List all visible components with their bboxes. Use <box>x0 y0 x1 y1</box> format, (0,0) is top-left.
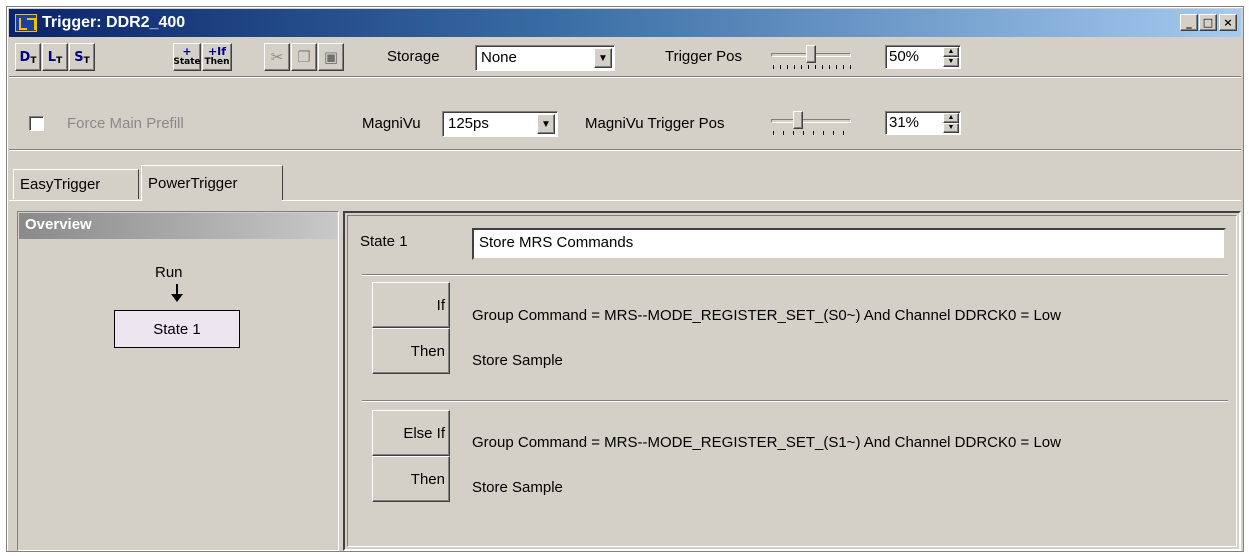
spin-down-icon[interactable]: ▼ <box>943 123 959 133</box>
slider-thumb[interactable] <box>806 45 816 63</box>
copy-icon: ❐ <box>297 48 311 66</box>
button-subscript: State <box>173 57 201 67</box>
then-action[interactable]: Store Sample <box>472 352 563 369</box>
force-main-prefill-checkbox[interactable] <box>29 116 44 131</box>
add-state-button[interactable]: + State <box>173 43 201 71</box>
button-subscript: T <box>83 56 90 66</box>
slider-thumb[interactable] <box>793 111 803 129</box>
then-button[interactable]: Then <box>372 456 450 502</box>
arrow-down-icon <box>171 284 183 302</box>
slider-track <box>771 119 851 123</box>
button-letter: L <box>47 49 57 65</box>
state-name-input[interactable]: Store MRS Commands <box>472 228 1226 260</box>
slider-ticks <box>773 65 853 69</box>
state-editor-inner: State 1 Store MRS Commands If Then Group… <box>347 215 1237 547</box>
run-label: Run <box>155 264 183 281</box>
overview-panel: Overview Run State 1 <box>17 211 339 551</box>
spin-arrows: ▲ ▼ <box>943 47 959 67</box>
link-trigger-button[interactable]: LT <box>42 43 68 71</box>
else-if-condition[interactable]: Group Command = MRS--MODE_REGISTER_SET_(… <box>472 434 1061 451</box>
then-button[interactable]: Then <box>372 328 450 374</box>
close-button[interactable]: × <box>1219 14 1237 31</box>
spin-arrows: ▲ ▼ <box>943 113 959 133</box>
magnivu-trigger-pos-value: 31% <box>889 114 920 131</box>
storage-value: None <box>481 49 517 66</box>
magnivu-select[interactable]: 125ps ▼ <box>442 111 558 137</box>
row2-separator <box>9 149 1241 151</box>
if-condition[interactable]: Group Command = MRS--MODE_REGISTER_SET_(… <box>472 307 1061 324</box>
storage-label: Storage <box>387 48 440 65</box>
magnivu-trigger-pos-spinner[interactable]: 31% ▲ ▼ <box>885 111 961 135</box>
plus-if-icon: +If <box>207 45 227 58</box>
plus-icon: + <box>182 45 192 58</box>
magnivu-trigger-pos-slider[interactable] <box>771 109 853 135</box>
maximize-button[interactable]: □ <box>1199 14 1217 31</box>
copy-button[interactable]: ❐ <box>291 43 317 71</box>
spin-down-icon[interactable]: ▼ <box>943 57 959 67</box>
slider-ticks <box>773 131 853 135</box>
else-if-button[interactable]: Else If <box>372 410 450 456</box>
active-tab-gap <box>142 200 282 202</box>
then-action[interactable]: Store Sample <box>472 479 563 496</box>
divider <box>362 274 1228 276</box>
button-subscript: Then <box>204 57 230 67</box>
button-letter: D <box>19 49 31 65</box>
overview-header: Overview <box>19 213 337 239</box>
tab-powertrigger[interactable]: PowerTrigger <box>141 165 283 201</box>
magnivu-trigger-pos-label: MagniVu Trigger Pos <box>585 115 725 132</box>
tab-easytrigger[interactable]: EasyTrigger <box>13 169 139 199</box>
data-trigger-button[interactable]: DT <box>15 43 41 71</box>
cut-button[interactable]: ✂ <box>264 43 290 71</box>
chevron-down-icon[interactable]: ▼ <box>537 114 555 134</box>
button-letter: S <box>74 49 84 65</box>
trigger-pos-value: 50% <box>889 48 920 65</box>
trigger-pos-slider[interactable] <box>771 43 853 69</box>
force-main-prefill-label: Force Main Prefill <box>67 115 184 132</box>
storage-select[interactable]: None ▼ <box>475 45 615 71</box>
spin-up-icon[interactable]: ▲ <box>943 47 959 57</box>
button-subscript: T <box>56 56 63 66</box>
if-button[interactable]: If <box>372 282 450 328</box>
state-editor-panel: State 1 Store MRS Commands If Then Group… <box>343 211 1241 551</box>
paste-button[interactable]: ▣ <box>318 43 344 71</box>
button-subscript: T <box>30 56 37 66</box>
add-if-then-button[interactable]: +If Then <box>202 43 232 71</box>
trigger-pos-label: Trigger Pos <box>665 48 742 65</box>
title-bar[interactable]: Trigger: DDR2_400 _ □ × <box>9 9 1241 37</box>
state-trigger-button[interactable]: ST <box>69 43 95 71</box>
trigger-pos-spinner[interactable]: 50% ▲ ▼ <box>885 45 961 69</box>
window-title: Trigger: DDR2_400 <box>42 14 186 31</box>
state-label: State 1 <box>360 233 408 250</box>
divider <box>362 400 1228 402</box>
toolbar-separator <box>9 76 1241 78</box>
chevron-down-icon[interactable]: ▼ <box>594 48 612 68</box>
magnivu-value: 125ps <box>448 115 489 132</box>
minimize-button[interactable]: _ <box>1180 14 1198 31</box>
trigger-window: Trigger: DDR2_400 _ □ × DT LT ST + State… <box>6 6 1244 552</box>
paste-icon: ▣ <box>323 48 339 66</box>
magnivu-label: MagniVu <box>362 115 421 132</box>
spin-up-icon[interactable]: ▲ <box>943 113 959 123</box>
overview-state-node[interactable]: State 1 <box>114 310 240 348</box>
app-icon <box>15 14 37 32</box>
cut-icon: ✂ <box>270 48 284 66</box>
